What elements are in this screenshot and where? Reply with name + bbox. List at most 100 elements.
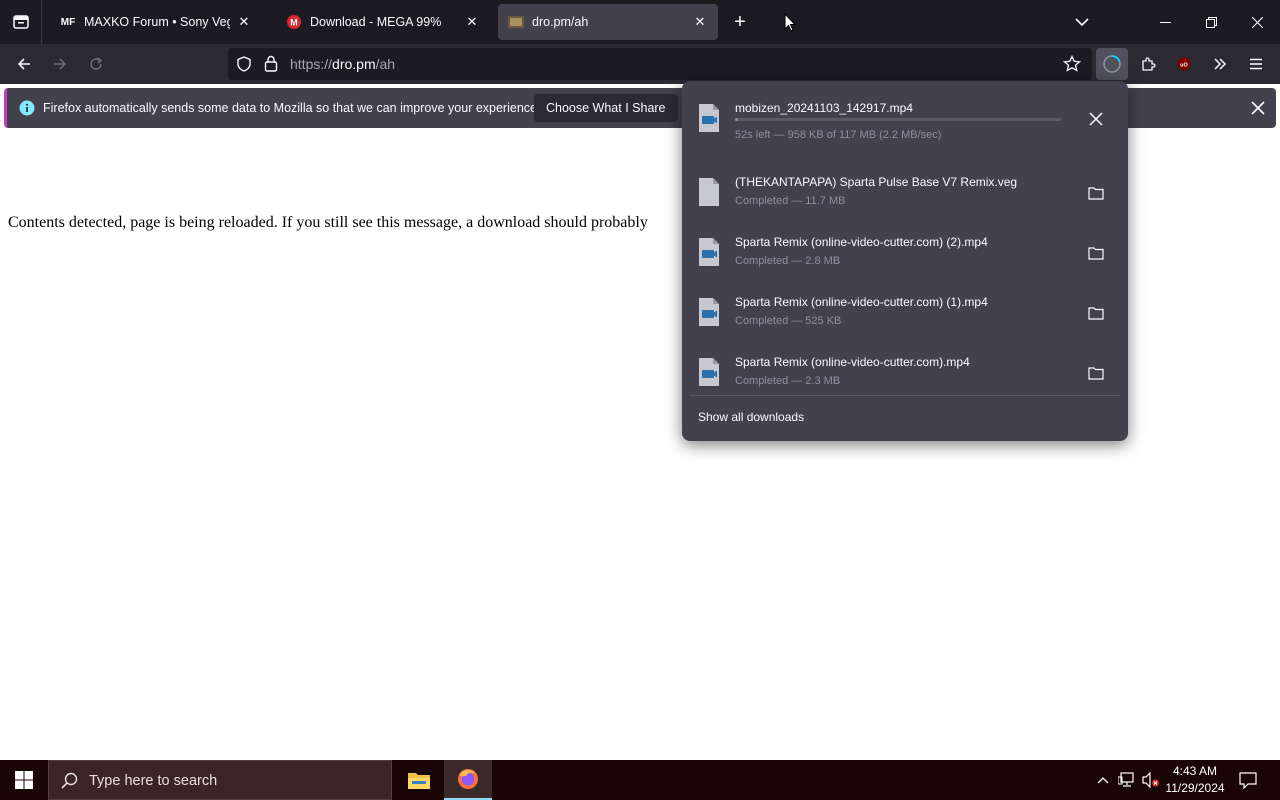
windows-logo-icon xyxy=(15,771,33,789)
video-file-icon xyxy=(699,238,719,266)
more-tools-button[interactable] xyxy=(1204,48,1236,80)
tab-dro-pm[interactable]: dro.pm/ah ✕ xyxy=(498,4,718,40)
close-tab-icon[interactable]: ✕ xyxy=(464,14,480,30)
taskbar-search-box[interactable]: Type here to search xyxy=(48,760,392,800)
windows-taskbar: Type here to search 4:43 AM 11/29/2024 xyxy=(0,760,1280,800)
tab-bar: MF MAXKO Forum • Sony Vegas Pr ✕ M Downl… xyxy=(0,0,1280,44)
button-label: Choose What I Share xyxy=(546,101,666,115)
url-text[interactable]: https://dro.pm/ah xyxy=(290,56,395,72)
forward-arrow-icon xyxy=(54,58,67,70)
app-menu-button[interactable] xyxy=(1240,48,1272,80)
lock-icon[interactable] xyxy=(264,55,278,72)
download-filename: mobizen_20241103_142917.mp4 xyxy=(735,101,913,115)
download-item[interactable]: Sparta Remix (online-video-cutter.com) (… xyxy=(690,287,1120,343)
close-tab-icon[interactable]: ✕ xyxy=(692,14,708,30)
firefox-view-button[interactable] xyxy=(0,0,42,44)
hamburger-menu-icon xyxy=(1250,58,1262,70)
close-tab-icon[interactable]: ✕ xyxy=(236,14,252,30)
show-in-folder-button[interactable] xyxy=(1080,357,1112,389)
extensions-button[interactable] xyxy=(1132,48,1164,80)
start-button[interactable] xyxy=(0,760,48,800)
firefox-icon xyxy=(458,769,478,789)
download-item[interactable]: Sparta Remix (online-video-cutter.com) (… xyxy=(690,227,1120,283)
action-center-button[interactable] xyxy=(1236,760,1260,800)
bookmark-star-icon[interactable] xyxy=(1063,55,1081,73)
show-in-folder-button[interactable] xyxy=(1080,237,1112,269)
mega-favicon: M xyxy=(286,14,302,30)
download-status: Completed — 2.8 MB xyxy=(735,255,841,267)
minimize-button[interactable] xyxy=(1142,0,1188,44)
download-status: Completed — 2.3 MB xyxy=(735,375,841,387)
close-icon xyxy=(1089,112,1103,126)
system-clock[interactable]: 4:43 AM 11/29/2024 xyxy=(1160,763,1230,797)
site-favicon xyxy=(508,14,524,30)
downloads-button[interactable] xyxy=(1096,48,1128,80)
file-explorer-taskbar-button[interactable] xyxy=(395,760,443,800)
reload-icon xyxy=(90,57,103,70)
download-filename: (THEKANTAPAPA) Sparta Pulse Base V7 Remi… xyxy=(735,175,1018,189)
close-window-button[interactable] xyxy=(1234,0,1280,44)
restore-button[interactable] xyxy=(1188,0,1234,44)
download-status: Completed — 11.7 MB xyxy=(735,195,846,207)
speaker-muted-icon xyxy=(1142,772,1159,788)
tracking-protection-shield-icon[interactable] xyxy=(236,56,252,72)
cancel-download-button[interactable] xyxy=(1080,103,1112,135)
reload-message: Contents detected, page is being reloade… xyxy=(8,214,648,231)
download-filename: Sparta Remix (online-video-cutter.com).m… xyxy=(735,355,970,369)
downloads-panel: mobizen_20241103_142917.mp4 52s left — 9… xyxy=(682,81,1128,441)
tab-label: Download - MEGA 99% xyxy=(310,15,442,29)
tab-maxko-forum[interactable]: MF MAXKO Forum • Sony Vegas Pr ✕ xyxy=(50,4,262,40)
show-hidden-icons-button[interactable] xyxy=(1092,760,1114,800)
close-icon xyxy=(1251,16,1263,28)
show-all-downloads-link[interactable]: Show all downloads xyxy=(698,410,804,424)
reload-button[interactable] xyxy=(80,48,112,80)
volume-button[interactable] xyxy=(1140,760,1162,800)
notification-text: Firefox automatically sends some data to… xyxy=(43,101,541,115)
clock-time: 4:43 AM xyxy=(1172,764,1218,778)
choose-what-i-share-button[interactable]: Choose What I Share xyxy=(534,94,678,122)
download-filename: Sparta Remix (online-video-cutter.com) (… xyxy=(735,235,988,249)
download-status: Completed — 525 KB xyxy=(735,315,842,327)
tab-mega-download[interactable]: M Download - MEGA 99% ✕ xyxy=(276,4,490,40)
plus-icon: + xyxy=(734,10,746,33)
svg-text:M: M xyxy=(290,18,298,28)
show-all-label: Show all downloads xyxy=(698,410,805,424)
maxko-favicon: MF xyxy=(60,16,76,28)
folder-icon xyxy=(1088,307,1104,320)
url-host: dro.pm xyxy=(332,56,376,72)
firefox-taskbar-button[interactable] xyxy=(444,760,492,800)
network-icon xyxy=(1118,772,1134,787)
chevron-down-icon xyxy=(1075,18,1089,27)
back-arrow-icon xyxy=(17,58,30,70)
url-path: /ah xyxy=(375,56,396,72)
forward-button[interactable] xyxy=(44,48,76,80)
video-file-icon xyxy=(699,298,719,326)
chevron-up-icon xyxy=(1097,777,1109,784)
clock-date: 11/29/2024 xyxy=(1165,781,1225,795)
download-status: 52s left — 958 KB of 117 MB (2.2 MB/sec) xyxy=(735,129,942,141)
folder-icon xyxy=(1088,367,1104,380)
network-button[interactable] xyxy=(1116,760,1138,800)
navigation-toolbar: https://dro.pm/ah uO xyxy=(0,44,1280,84)
mouse-cursor-icon xyxy=(784,13,796,32)
download-item[interactable]: mobizen_20241103_142917.mp4 52s left — 9… xyxy=(690,93,1120,149)
download-filename: Sparta Remix (online-video-cutter.com) (… xyxy=(735,295,988,309)
address-bar[interactable]: https://dro.pm/ah xyxy=(228,48,1092,80)
search-icon xyxy=(61,772,78,789)
minimize-icon xyxy=(1159,21,1171,23)
puzzle-piece-icon xyxy=(1142,57,1156,71)
ublock-origin-icon: uO xyxy=(1178,57,1190,71)
svg-text:uO: uO xyxy=(1180,63,1188,69)
list-all-tabs-button[interactable] xyxy=(1068,8,1096,36)
new-tab-button[interactable]: + xyxy=(726,8,754,36)
close-icon[interactable] xyxy=(1251,101,1265,115)
show-in-folder-button[interactable] xyxy=(1080,177,1112,209)
ublock-origin-button[interactable]: uO xyxy=(1168,48,1200,80)
back-button[interactable] xyxy=(8,48,40,80)
video-file-icon xyxy=(699,358,719,386)
download-item[interactable]: (THEKANTAPAPA) Sparta Pulse Base V7 Remi… xyxy=(690,167,1120,223)
search-placeholder: Type here to search xyxy=(89,773,218,789)
info-icon xyxy=(19,100,35,116)
restore-icon xyxy=(1205,16,1217,28)
show-in-folder-button[interactable] xyxy=(1080,297,1112,329)
